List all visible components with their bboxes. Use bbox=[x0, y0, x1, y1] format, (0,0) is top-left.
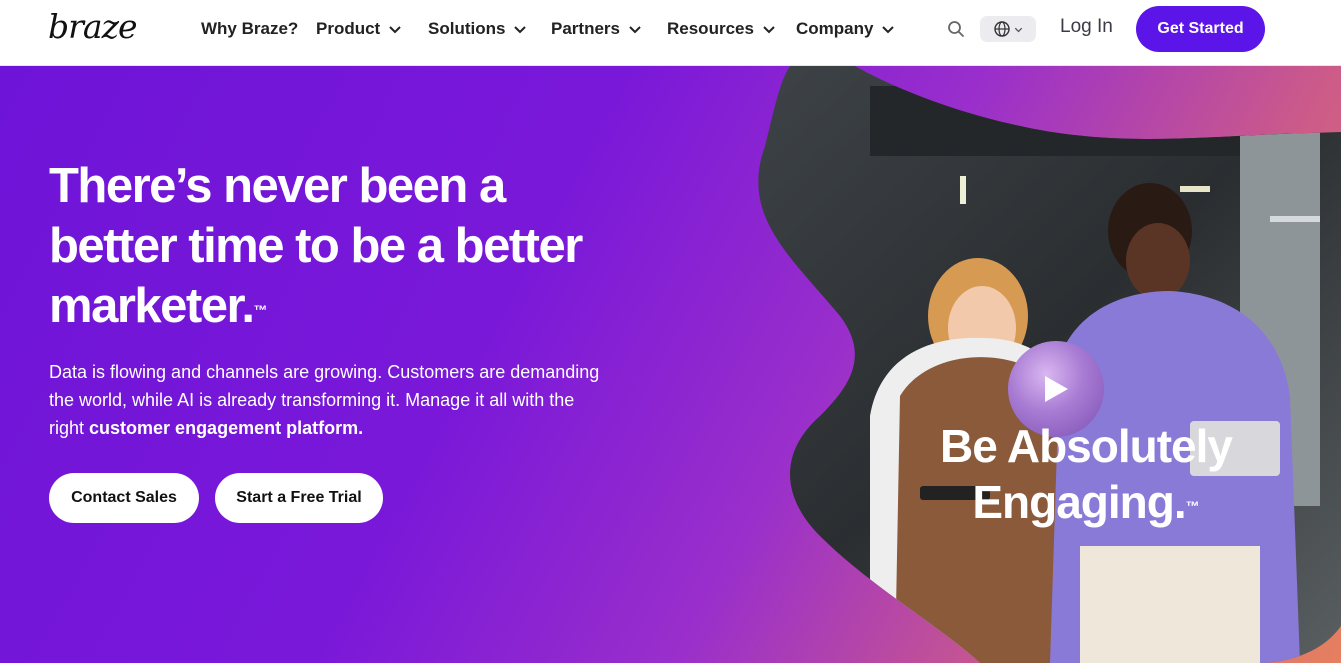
nav-resources[interactable]: Resources bbox=[667, 18, 776, 40]
language-selector[interactable] bbox=[980, 16, 1036, 42]
nav-label: Product bbox=[316, 19, 381, 38]
chevron-down-icon bbox=[763, 26, 775, 34]
hero-headline-text: There’s never been a better time to be a… bbox=[49, 159, 583, 333]
nav-partners[interactable]: Partners bbox=[551, 18, 642, 40]
nav-label: Why Braze? bbox=[201, 19, 299, 38]
contact-sales-button[interactable]: Contact Sales bbox=[49, 473, 199, 523]
login-link[interactable]: Log In bbox=[1060, 16, 1113, 38]
hero-section: There’s never been a better time to be a… bbox=[0, 66, 1341, 663]
trademark-mark: ™ bbox=[253, 302, 268, 318]
hero-subtext-emphasis: customer engagement platform. bbox=[89, 418, 364, 438]
hero-headline: There’s never been a better time to be a… bbox=[49, 156, 609, 336]
trademark-mark: ™ bbox=[1185, 498, 1200, 514]
video-overlay-title: Be Absolutely Engaging.™ bbox=[906, 418, 1266, 530]
nav-label: Company bbox=[796, 19, 874, 38]
free-trial-button[interactable]: Start a Free Trial bbox=[215, 473, 383, 523]
hero-subtext: Data is flowing and channels are growing… bbox=[49, 358, 614, 442]
play-icon bbox=[1045, 376, 1068, 402]
nav-product[interactable]: Product bbox=[316, 18, 402, 40]
logo-text: braze bbox=[48, 7, 138, 46]
chevron-down-icon bbox=[389, 26, 401, 34]
chevron-down-icon bbox=[514, 26, 527, 34]
braze-logo[interactable]: braze bbox=[48, 7, 138, 52]
hero-video[interactable]: Be Absolutely Engaging.™ bbox=[720, 66, 1341, 663]
search-icon[interactable] bbox=[946, 19, 966, 39]
chevron-down-icon bbox=[882, 26, 895, 34]
nav-company[interactable]: Company bbox=[796, 18, 895, 40]
chevron-down-icon bbox=[1014, 27, 1023, 32]
nav-label: Solutions bbox=[428, 19, 506, 38]
nav-why-braze[interactable]: Why Braze? bbox=[201, 18, 298, 40]
chevron-down-icon bbox=[629, 26, 641, 34]
nav-solutions[interactable]: Solutions bbox=[428, 18, 527, 40]
nav-label: Resources bbox=[667, 19, 754, 38]
globe-icon bbox=[994, 21, 1010, 37]
top-navigation: braze Why Braze? Product Solutions Partn… bbox=[0, 0, 1341, 66]
nav-label: Partners bbox=[551, 19, 620, 38]
get-started-button[interactable]: Get Started bbox=[1136, 6, 1265, 52]
